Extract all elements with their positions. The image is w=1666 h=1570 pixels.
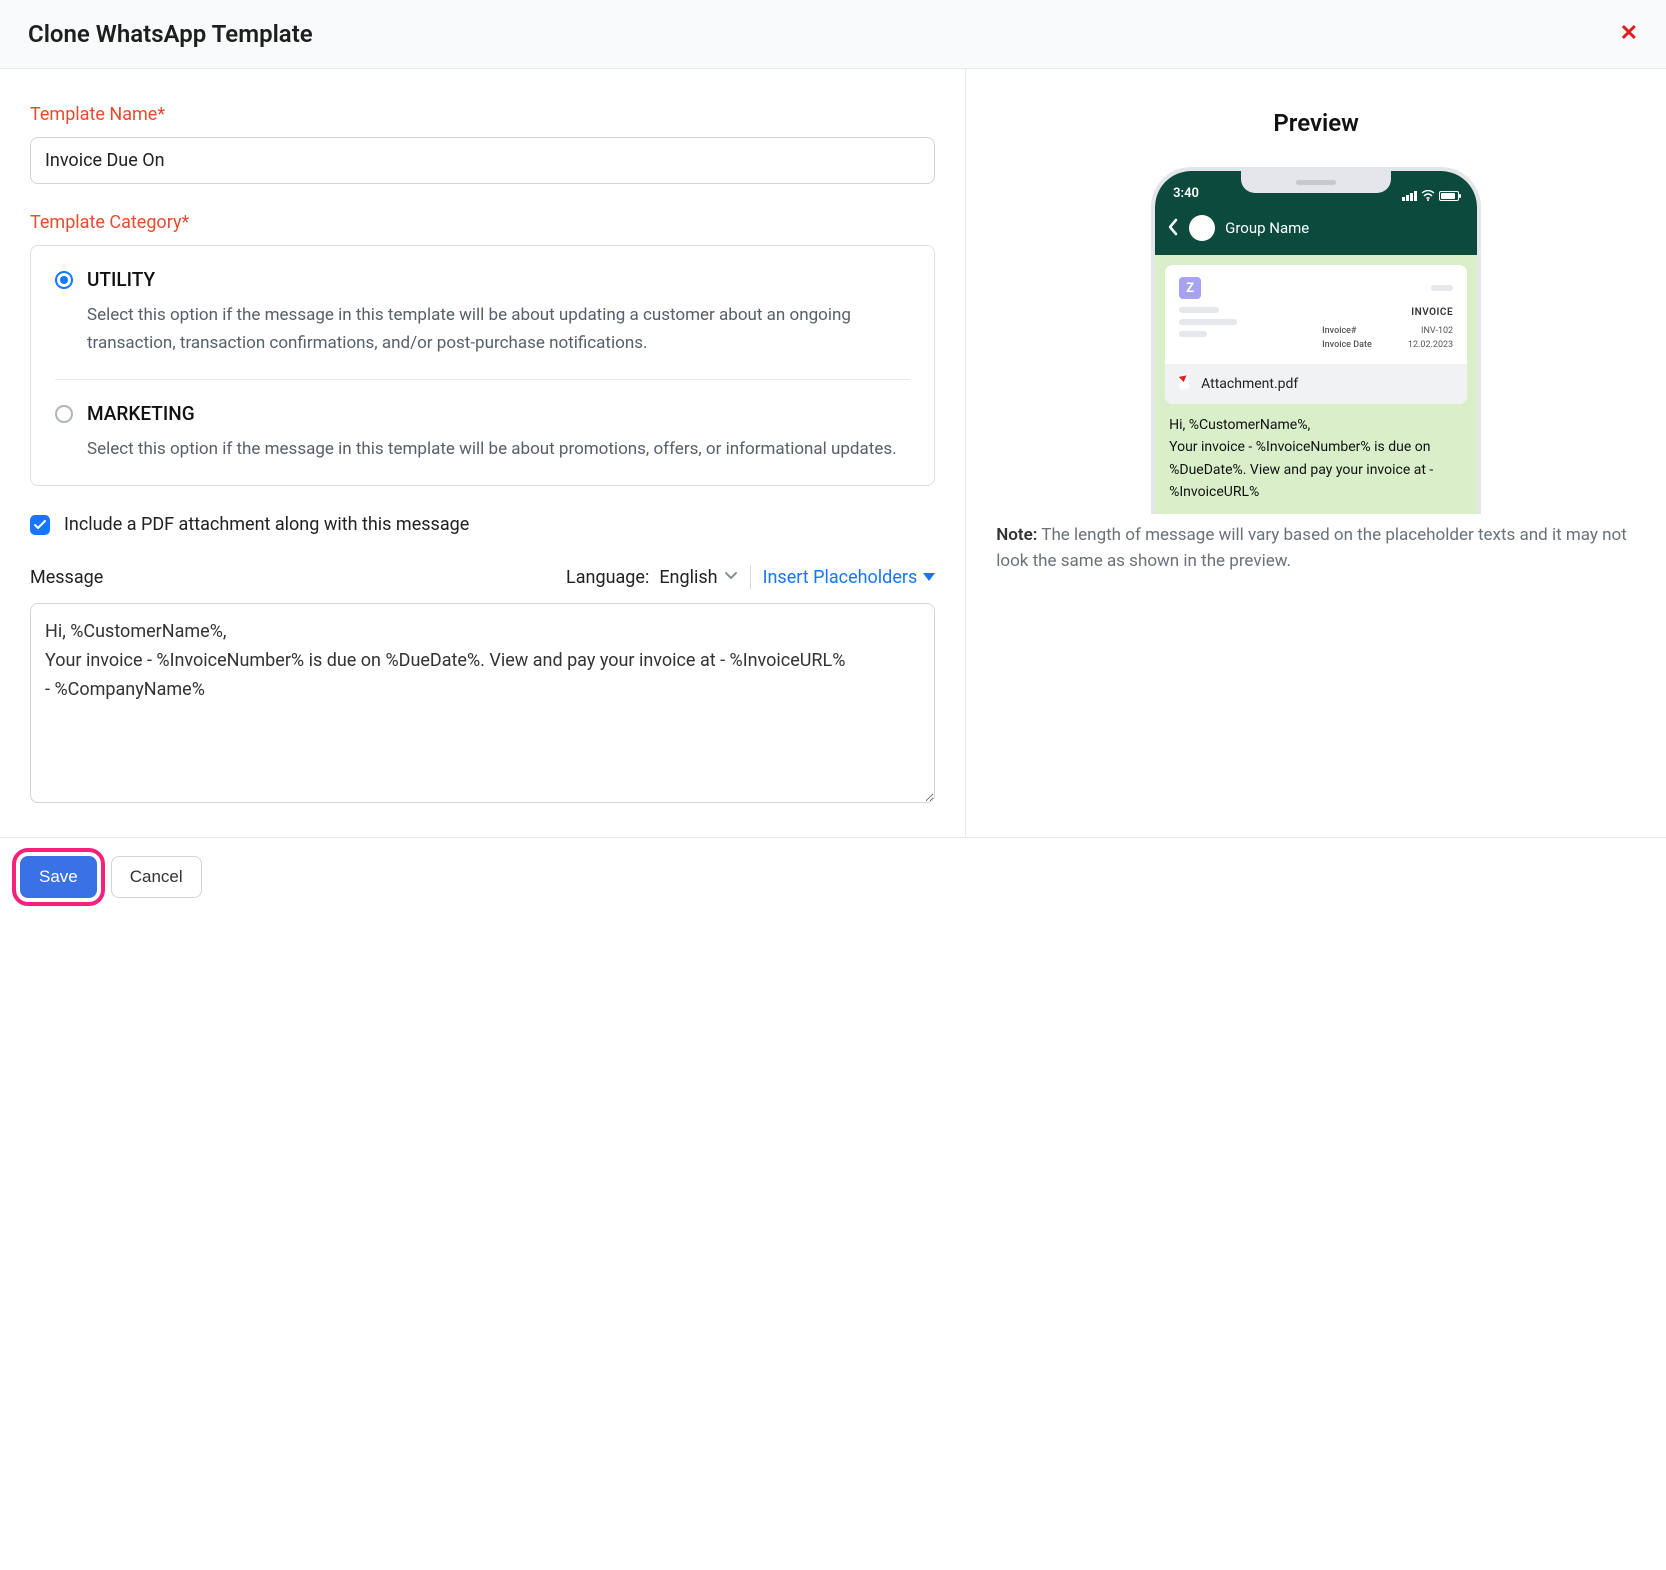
attachment-name: Attachment.pdf bbox=[1201, 376, 1298, 392]
message-textarea[interactable] bbox=[30, 603, 935, 803]
back-icon bbox=[1167, 218, 1179, 239]
close-icon[interactable]: ✕ bbox=[1620, 23, 1638, 45]
chat-header: Group Name bbox=[1155, 205, 1477, 255]
preview-note: Note: The length of message will vary ba… bbox=[986, 522, 1646, 575]
modal-title: Clone WhatsApp Template bbox=[28, 20, 313, 48]
chat-name: Group Name bbox=[1225, 219, 1309, 237]
form-column: Template Name* Template Category* UTILIT… bbox=[0, 69, 966, 837]
radio-icon bbox=[55, 271, 73, 289]
skeleton-line bbox=[1179, 319, 1237, 325]
cancel-button[interactable]: Cancel bbox=[111, 856, 202, 898]
template-name-input[interactable] bbox=[30, 137, 935, 184]
category-title: MARKETING bbox=[87, 402, 195, 425]
insert-placeholders-button[interactable]: Insert Placeholders bbox=[763, 567, 936, 588]
preview-title: Preview bbox=[1273, 109, 1358, 137]
include-pdf-label: Include a PDF attachment along with this… bbox=[64, 514, 469, 535]
skeleton-line bbox=[1431, 285, 1453, 291]
avatar bbox=[1189, 215, 1215, 241]
category-title: UTILITY bbox=[87, 268, 155, 291]
radio-icon bbox=[55, 405, 73, 423]
note-label: Note: bbox=[996, 525, 1037, 545]
wifi-icon bbox=[1421, 190, 1435, 201]
skeleton-line bbox=[1179, 331, 1207, 337]
category-desc: Select this option if the message in thi… bbox=[55, 301, 910, 357]
attachment-card: Z INVOICE bbox=[1165, 265, 1467, 404]
category-group: UTILITY Select this option if the messag… bbox=[30, 245, 935, 486]
modal-header: Clone WhatsApp Template ✕ bbox=[0, 0, 1666, 69]
message-label: Message bbox=[30, 567, 103, 588]
template-category-label: Template Category* bbox=[30, 212, 935, 233]
note-text: The length of message will vary based on… bbox=[996, 525, 1627, 571]
template-name-label: Template Name* bbox=[30, 104, 935, 125]
include-pdf-checkbox[interactable]: Include a PDF attachment along with this… bbox=[30, 514, 935, 535]
app-badge-icon: Z bbox=[1179, 277, 1201, 299]
phone-time: 3:40 bbox=[1173, 186, 1199, 201]
modal-footer: Save Cancel bbox=[0, 837, 1666, 916]
language-select[interactable]: English bbox=[659, 567, 737, 588]
category-option-marketing[interactable]: MARKETING Select this option if the mess… bbox=[31, 380, 934, 485]
phone-frame: 3:40 Group Name bbox=[1151, 167, 1481, 514]
checkbox-icon bbox=[30, 515, 50, 535]
battery-icon bbox=[1439, 191, 1459, 201]
doc-row: Invoice Date12.02.2023 bbox=[1322, 338, 1453, 352]
pdf-icon bbox=[1175, 373, 1192, 395]
language-group: Language: English bbox=[566, 567, 738, 588]
document-preview: Z INVOICE bbox=[1165, 265, 1467, 364]
language-label: Language: bbox=[566, 567, 649, 588]
skeleton-line bbox=[1179, 307, 1219, 313]
phone-notch bbox=[1241, 171, 1391, 193]
message-controls: Message Language: English Insert Placeho… bbox=[30, 565, 935, 589]
divider bbox=[750, 565, 751, 589]
doc-row: Invoice#INV-102 bbox=[1322, 324, 1453, 338]
category-desc: Select this option if the message in thi… bbox=[55, 435, 910, 463]
attachment-row: Attachment.pdf bbox=[1165, 364, 1467, 404]
signal-icon bbox=[1402, 191, 1417, 201]
modal-body: Template Name* Template Category* UTILIT… bbox=[0, 69, 1666, 837]
chevron-down-icon bbox=[724, 569, 738, 585]
insert-placeholders-label: Insert Placeholders bbox=[763, 567, 918, 588]
category-option-utility[interactable]: UTILITY Select this option if the messag… bbox=[31, 246, 934, 379]
save-button[interactable]: Save bbox=[20, 856, 97, 898]
doc-title: INVOICE bbox=[1322, 307, 1453, 318]
language-value: English bbox=[659, 567, 717, 588]
preview-column: Preview 3:40 Group Nam bbox=[966, 69, 1666, 837]
phone-status-bar: 3:40 bbox=[1155, 171, 1477, 205]
triangle-down-icon bbox=[923, 573, 935, 581]
preview-message-text: Hi, %CustomerName%, Your invoice - %Invo… bbox=[1165, 410, 1467, 504]
chat-body: Z INVOICE bbox=[1155, 255, 1477, 514]
